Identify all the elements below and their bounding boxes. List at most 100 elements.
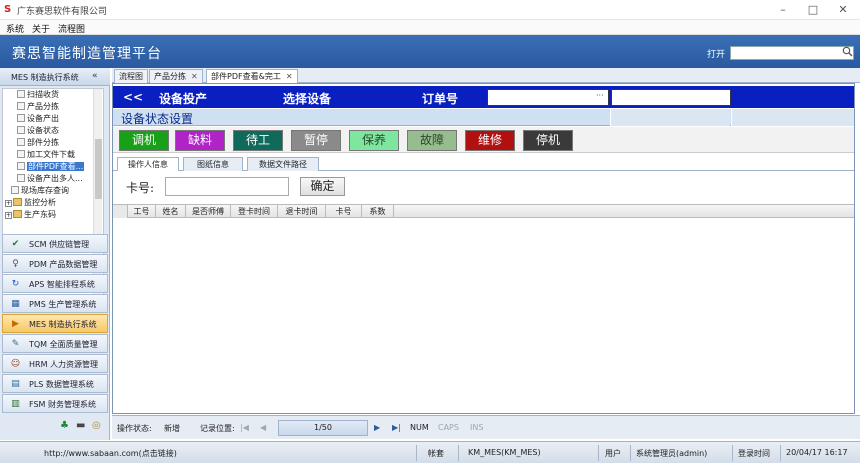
account-label: 帐套 xyxy=(428,449,444,458)
tree-item-scan-receive[interactable]: 扫描收货 xyxy=(17,89,59,101)
website-link[interactable]: http://www.sabaan.com(点击链接) xyxy=(44,448,177,459)
maximize-button[interactable]: □ xyxy=(806,3,820,17)
tree-folder-production[interactable]: + 生产东码 xyxy=(5,209,56,221)
left-panel-title: MES 制造执行系统 xyxy=(11,73,79,82)
op-state-label: 操作状态: xyxy=(117,424,152,433)
tree-item-site-inventory[interactable]: 现场库存查询 xyxy=(11,185,69,197)
tab-drawing-info[interactable]: 图纸信息 xyxy=(183,157,243,171)
collapse-panel-button[interactable]: « xyxy=(92,71,98,81)
col-employee-id[interactable]: 工号 xyxy=(128,205,156,218)
card-no-label: 卡号: xyxy=(126,181,155,195)
device-in-label: 设备投产 xyxy=(159,92,208,106)
status-button-pause[interactable]: 暂停 xyxy=(291,130,341,151)
device-header-bar: << 设备投产 选择设备 订单号 ··· xyxy=(113,86,854,108)
tab-part-pdf[interactable]: 部件PDF查看&完工 ✕ xyxy=(206,69,298,83)
open-input[interactable] xyxy=(730,46,854,60)
col-card-in-time[interactable]: 登卡时间 xyxy=(231,205,278,218)
company-logo-icon: S xyxy=(4,4,12,15)
close-button[interactable]: ✕ xyxy=(836,3,850,17)
close-tab-icon[interactable]: ✕ xyxy=(286,72,293,81)
expand-icon[interactable]: + xyxy=(5,212,12,219)
tree-item-part-sort[interactable]: 部件分拣 xyxy=(17,137,59,149)
tree-item-product-sort[interactable]: 产品分拣 xyxy=(17,101,59,113)
scrollbar-thumb[interactable] xyxy=(95,139,102,199)
close-tab-icon[interactable]: ✕ xyxy=(191,72,198,81)
col-card-no[interactable]: 卡号 xyxy=(326,205,362,218)
users-icon: ☺ xyxy=(10,359,21,369)
window-titlebar: S 广东赛思软件有限公司 – □ ✕ xyxy=(0,0,860,20)
tab-operator-info[interactable]: 操作人信息 xyxy=(117,157,179,171)
back-button[interactable]: << xyxy=(123,90,143,104)
module-button-mes[interactable]: ▶ MES 制造执行系统 xyxy=(2,314,108,333)
expand-icon[interactable]: + xyxy=(5,200,12,207)
status-button-maintenance[interactable]: 保养 xyxy=(349,130,399,151)
tree-item-file-download[interactable]: 加工文件下载 xyxy=(17,149,75,161)
module-button-tqm[interactable]: ✎ TQM 全面质量管理 xyxy=(2,334,108,353)
user-value: 系统管理员(admin) xyxy=(636,449,708,458)
module-button-fsm[interactable]: ▥ FSM 财务管理系统 xyxy=(2,394,108,413)
confirm-button[interactable]: 确定 xyxy=(300,177,345,196)
order-detail-field[interactable] xyxy=(611,89,731,106)
module-button-pls[interactable]: ▤ PLS 数据管理系统 xyxy=(2,374,108,393)
order-lookup-button[interactable]: ··· xyxy=(596,91,604,100)
menu-system[interactable]: 系统 xyxy=(6,22,24,35)
minimize-button[interactable]: – xyxy=(776,3,790,17)
tree-item-device-status[interactable]: 设备状态 xyxy=(17,125,59,137)
open-label: 打开 xyxy=(707,50,726,60)
row-indicator-header xyxy=(113,205,128,218)
status-button-waiting[interactable]: 待工 xyxy=(233,130,283,151)
module-button-pdm[interactable]: ♀ PDM 产品数据管理 xyxy=(2,254,108,273)
document-icon xyxy=(17,174,25,182)
document-icon xyxy=(17,138,25,146)
list-view-icon[interactable]: ▬ xyxy=(76,420,85,431)
module-button-pms[interactable]: ▦ PMS 生产管理系统 xyxy=(2,294,108,313)
status-buttons: 调机 缺料 待工 暂停 保养 故障 维修 停机 xyxy=(113,127,854,153)
tree-item-part-pdf[interactable]: 部件PDF查看... xyxy=(17,161,85,173)
menu-about[interactable]: 关于 xyxy=(32,22,50,35)
module-button-scm[interactable]: ✔ SCM 供应链管理 xyxy=(2,234,108,253)
left-panel-footer: ♣ ▬ ◎ xyxy=(2,418,108,436)
tree-view-icon[interactable]: ♣ xyxy=(60,420,69,431)
order-no-label: 订单号 xyxy=(422,92,459,106)
refresh-icon: ↻ xyxy=(11,279,20,289)
folder-icon xyxy=(13,198,22,206)
operator-grid: 工号 姓名 是否师傅 登卡时间 退卡时间 卡号 系数 xyxy=(113,204,854,413)
module-button-aps[interactable]: ↻ APS 智能排程系统 xyxy=(2,274,108,293)
select-device-button[interactable]: 选择设备 xyxy=(283,90,331,107)
status-button-stop[interactable]: 停机 xyxy=(523,130,573,151)
col-coefficient[interactable]: 系数 xyxy=(362,205,394,218)
prev-record-button[interactable]: ◀ xyxy=(260,423,266,432)
tree-item-device-output[interactable]: 设备产出 xyxy=(17,113,59,125)
status-button-material-shortage[interactable]: 缺料 xyxy=(175,130,225,151)
col-name[interactable]: 姓名 xyxy=(156,205,186,218)
col-card-out-time[interactable]: 退卡时间 xyxy=(278,205,326,218)
tab-flowchart[interactable]: 流程图 xyxy=(114,69,148,83)
col-is-master[interactable]: 是否师傅 xyxy=(186,205,231,218)
search-icon[interactable] xyxy=(841,46,854,59)
card-no-input[interactable] xyxy=(165,177,289,196)
order-no-input[interactable]: ··· xyxy=(487,89,609,106)
left-panel: MES 制造执行系统 « 扫描收货 产品分拣 设备产出 设备状态 部件分拣 加工… xyxy=(0,68,110,440)
tree-folder-monitor[interactable]: + 监控分析 xyxy=(5,197,56,209)
status-section-title: 设备状态设置 xyxy=(121,112,194,126)
status-section-header: 设备状态设置 xyxy=(113,109,854,126)
document-icon xyxy=(17,90,25,98)
tab-product-sort[interactable]: 产品分拣 ✕ xyxy=(149,69,203,83)
menu-flowchart[interactable]: 流程图 xyxy=(58,22,85,35)
document-icon xyxy=(17,102,25,110)
document-tabs: 流程图 产品分拣 ✕ 部件PDF查看&完工 ✕ xyxy=(112,68,860,83)
status-button-repair[interactable]: 维修 xyxy=(465,130,515,151)
tree-item-device-output-multi[interactable]: 设备产出多人... xyxy=(17,173,83,185)
grid-header: 工号 姓名 是否师傅 登卡时间 退卡时间 卡号 系数 xyxy=(113,204,854,218)
next-record-button[interactable]: ▶ xyxy=(374,423,380,432)
record-toolbar: 操作状态: 新增 记录位置: |◀ ◀ 1/50 ▶ ▶| NUM CAPS I… xyxy=(112,415,860,439)
checkmark-icon: ✔ xyxy=(11,239,20,249)
tab-data-file-path[interactable]: 数据文件路径 xyxy=(247,157,319,171)
document-icon xyxy=(17,150,25,158)
settings-icon[interactable]: ◎ xyxy=(92,420,101,431)
module-button-hrm[interactable]: ☺ HRM 人力资源管理 xyxy=(2,354,108,373)
status-button-debug[interactable]: 调机 xyxy=(119,130,169,151)
first-record-button[interactable]: |◀ xyxy=(240,423,249,432)
status-button-fault[interactable]: 故障 xyxy=(407,130,457,151)
last-record-button[interactable]: ▶| xyxy=(392,423,401,432)
